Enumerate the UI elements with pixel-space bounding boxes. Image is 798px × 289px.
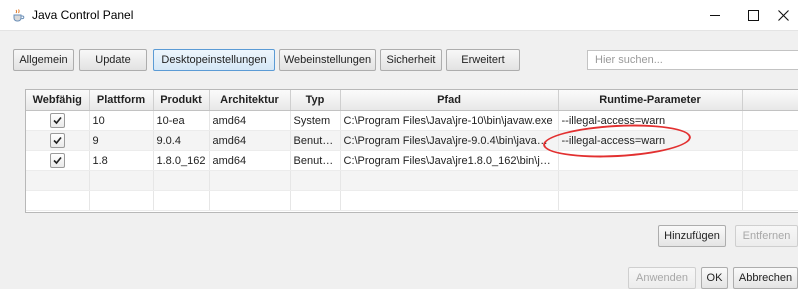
- product-cell[interactable]: 1.8.0_162: [153, 150, 210, 171]
- path-cell[interactable]: C:\Program Files\Java\jre-9.0.4\bin\java…: [340, 130, 559, 151]
- empty-table-row: [26, 170, 798, 191]
- maximize-icon: [747, 9, 759, 21]
- close-icon: [777, 9, 789, 21]
- type-cell[interactable]: System: [290, 110, 341, 131]
- column-header-architektur[interactable]: Architektur: [209, 90, 291, 111]
- architecture-cell[interactable]: amd64: [209, 130, 291, 151]
- enabled-checkbox[interactable]: [49, 113, 65, 128]
- java-cup-icon: [11, 8, 25, 22]
- maximize-button[interactable]: [733, 0, 773, 30]
- product-cell[interactable]: 10-ea: [153, 110, 210, 131]
- tab-desktopeinstellungen[interactable]: Desktopeinstellungen: [153, 49, 275, 71]
- tab-update[interactable]: Update: [79, 49, 147, 71]
- product-cell[interactable]: 9.0.4: [153, 130, 210, 151]
- table-row[interactable]: 1.8 1.8.0_162 amd64 Benutzer C:\Program …: [26, 150, 798, 171]
- enabled-checkbox[interactable]: [49, 133, 65, 148]
- filler-cell: [742, 110, 798, 131]
- apply-button[interactable]: Anwenden: [628, 267, 696, 289]
- tab-allgemein[interactable]: Allgemein: [13, 49, 74, 71]
- tab-sicherheit[interactable]: Sicherheit: [380, 49, 442, 71]
- tab-webeinstellungen[interactable]: Webeinstellungen: [279, 49, 376, 71]
- close-button[interactable]: [768, 0, 798, 30]
- platform-cell[interactable]: 10: [89, 110, 154, 131]
- platform-cell[interactable]: 1.8: [89, 150, 154, 171]
- table-header-row: Webfähig Plattform Produkt Architektur T…: [26, 90, 798, 111]
- column-header-webfaehig[interactable]: Webfähig: [26, 90, 90, 111]
- architecture-cell[interactable]: amd64: [209, 110, 291, 131]
- column-header-produkt[interactable]: Produkt: [153, 90, 210, 111]
- java-control-panel-window: Java Control Panel Allgemein Update Desk…: [0, 0, 798, 289]
- checkmark-icon: [53, 136, 62, 145]
- architecture-cell[interactable]: amd64: [209, 150, 291, 171]
- checkmark-icon: [53, 116, 62, 125]
- enabled-cell[interactable]: [26, 110, 90, 131]
- remove-button[interactable]: Entfernen: [735, 225, 798, 247]
- column-header-filler: [742, 90, 798, 111]
- filler-cell: [742, 150, 798, 171]
- table-row[interactable]: 10 10-ea amd64 System C:\Program Files\J…: [26, 110, 798, 131]
- filler-cell: [742, 130, 798, 151]
- enabled-cell[interactable]: [26, 150, 90, 171]
- column-header-runtime-parameter[interactable]: Runtime-Parameter: [558, 90, 743, 111]
- checkmark-icon: [53, 156, 62, 165]
- platform-cell[interactable]: 9: [89, 130, 154, 151]
- path-cell[interactable]: C:\Program Files\Java\jre1.8.0_162\bin\j…: [340, 150, 559, 171]
- column-header-pfad[interactable]: Pfad: [340, 90, 559, 111]
- window-title: Java Control Panel: [32, 8, 134, 22]
- cancel-button[interactable]: Abbrechen: [733, 267, 798, 289]
- title-bar[interactable]: Java Control Panel: [0, 0, 798, 31]
- runtime-parameters-cell[interactable]: [558, 150, 743, 171]
- type-cell[interactable]: Benutzer: [290, 150, 341, 171]
- runtime-parameters-cell[interactable]: --illegal-access=warn: [558, 130, 743, 151]
- column-header-typ[interactable]: Typ: [290, 90, 341, 111]
- column-header-plattform[interactable]: Plattform: [89, 90, 154, 111]
- minimize-button[interactable]: [695, 0, 735, 30]
- enabled-cell[interactable]: [26, 130, 90, 151]
- ok-button[interactable]: OK: [701, 267, 728, 289]
- search-input[interactable]: [587, 50, 798, 70]
- path-cell[interactable]: C:\Program Files\Java\jre-10\bin\javaw.e…: [340, 110, 559, 131]
- enabled-checkbox[interactable]: [49, 153, 65, 168]
- tab-erweitert[interactable]: Erweitert: [446, 49, 520, 71]
- type-cell[interactable]: Benutzer: [290, 130, 341, 151]
- minimize-icon: [710, 14, 720, 16]
- jre-table: Webfähig Plattform Produkt Architektur T…: [25, 89, 798, 213]
- runtime-parameters-cell[interactable]: --illegal-access=warn: [558, 110, 743, 131]
- table-row[interactable]: 9 9.0.4 amd64 Benutzer C:\Program Files\…: [26, 130, 798, 151]
- empty-table-row: [26, 190, 798, 211]
- add-button[interactable]: Hinzufügen: [658, 225, 726, 247]
